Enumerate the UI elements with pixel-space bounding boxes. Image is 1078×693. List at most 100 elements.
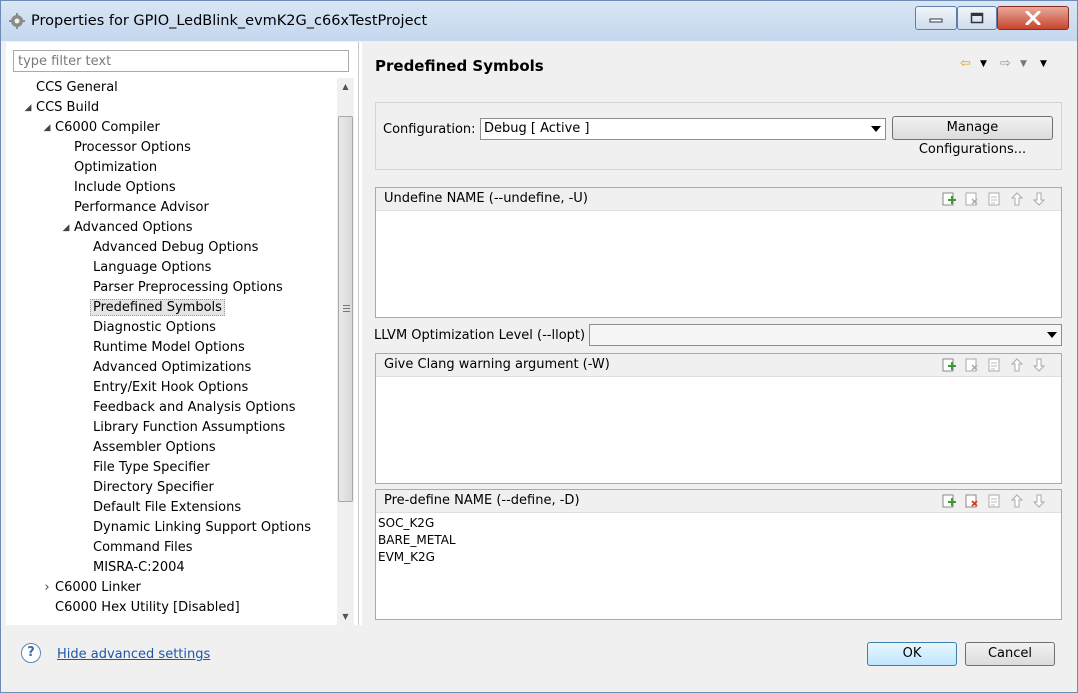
undefine-toolbar [941, 191, 1055, 207]
tree-scrollbar[interactable]: ▲ ▼ [337, 78, 354, 625]
ok-button[interactable]: OK [867, 642, 957, 666]
list-item[interactable]: EVM_K2G [378, 549, 456, 566]
view-menu-icon[interactable]: ▼ [1040, 59, 1047, 69]
add-icon[interactable] [941, 191, 957, 207]
tree-item[interactable]: Default File Extensions [93, 498, 241, 518]
properties-window: Properties for GPIO_LedBlink_evmK2G_c66x… [0, 0, 1078, 693]
tree-item-label: Entry/Exit Hook Options [93, 380, 249, 395]
edit-icon[interactable] [987, 493, 1003, 509]
predefine-entries: SOC_K2G BARE_METAL EVM_K2G [378, 515, 456, 566]
minimize-button[interactable] [915, 6, 957, 30]
tree-item[interactable]: › C6000 Linker [44, 578, 140, 598]
tree-item[interactable]: Command Files [93, 538, 192, 558]
tree-item-label: Parser Preprocessing Options [93, 280, 283, 295]
expanded-arrow-icon[interactable]: ◢ [22, 98, 34, 118]
chevron-down-icon [871, 126, 881, 132]
edit-icon[interactable] [987, 357, 1003, 373]
cancel-button[interactable]: Cancel [965, 642, 1055, 666]
move-up-icon[interactable] [1009, 191, 1025, 207]
minimize-icon [929, 18, 943, 23]
tree-item-label: Library Function Assumptions [93, 420, 286, 435]
clang-warning-list[interactable]: Give Clang warning argument (-W) [375, 353, 1062, 484]
tree-item[interactable]: Optimization [74, 158, 157, 178]
back-dropdown-icon[interactable]: ▼ [980, 59, 987, 69]
add-icon[interactable] [941, 357, 957, 373]
title-bar[interactable]: Properties for GPIO_LedBlink_evmK2G_c66x… [1, 1, 1077, 41]
tree-item[interactable]: Include Options [74, 178, 176, 198]
tree-item[interactable]: Feedback and Analysis Options [93, 398, 295, 418]
scroll-down-icon[interactable]: ▼ [337, 608, 354, 625]
forward-dropdown-icon[interactable]: ▼ [1020, 59, 1027, 69]
tree-item[interactable]: Parser Preprocessing Options [93, 278, 283, 298]
delete-icon[interactable] [964, 357, 980, 373]
grip-icon [343, 305, 350, 314]
tree-item[interactable]: ◢ Advanced Options [63, 218, 193, 238]
list-item[interactable]: BARE_METAL [378, 532, 456, 549]
tree-item[interactable]: ◢ C6000 Compiler [44, 118, 160, 138]
tree-item[interactable]: Runtime Model Options [93, 338, 245, 358]
expanded-arrow-icon[interactable]: ◢ [60, 218, 72, 238]
help-icon[interactable]: ? [21, 643, 41, 663]
tree-item[interactable]: Processor Options [74, 138, 191, 158]
tree-item-label: Predefined Symbols [90, 299, 225, 316]
tree-item-label: Performance Advisor [74, 200, 209, 215]
tree-item[interactable]: Advanced Optimizations [93, 358, 251, 378]
tree-item-label: Assembler Options [93, 440, 216, 455]
tree-item[interactable]: Predefined Symbols [90, 298, 225, 318]
tree-item[interactable]: Dynamic Linking Support Options [93, 518, 311, 538]
tree-item[interactable]: File Type Specifier [93, 458, 210, 478]
move-up-icon[interactable] [1009, 493, 1025, 509]
undefine-list-header: Undefine NAME (--undefine, -U) [376, 188, 1061, 211]
window-title: Properties for GPIO_LedBlink_evmK2G_c66x… [31, 13, 428, 29]
tree-item[interactable]: Diagnostic Options [93, 318, 216, 338]
tree-item-label: Processor Options [74, 140, 191, 155]
filter-input[interactable] [13, 50, 349, 72]
tree-item-label: Advanced Optimizations [93, 360, 252, 375]
maximize-button[interactable] [957, 6, 997, 30]
manage-configurations-button[interactable]: Manage Configurations... [892, 116, 1053, 157]
clang-warning-toolbar [941, 357, 1055, 373]
tree-item[interactable]: Performance Advisor [74, 198, 209, 218]
expanded-arrow-icon[interactable]: ◢ [41, 118, 53, 138]
tree-item[interactable]: Assembler Options [93, 438, 216, 458]
tree-item[interactable]: Library Function Assumptions [93, 418, 285, 438]
llvm-optimization-select[interactable] [589, 324, 1062, 346]
tree-item[interactable]: CCS General [36, 78, 118, 98]
predefine-toolbar [941, 493, 1055, 509]
tree-item-label: Feedback and Analysis Options [93, 400, 296, 415]
undefine-list[interactable]: Undefine NAME (--undefine, -U) [375, 187, 1062, 318]
close-button[interactable] [997, 6, 1069, 30]
tree-item[interactable]: Entry/Exit Hook Options [93, 378, 248, 398]
dialog-footer: ? Hide advanced settings OK Cancel [1, 625, 1077, 692]
delete-icon[interactable] [964, 493, 980, 509]
scroll-thumb[interactable] [338, 116, 353, 502]
tree-item[interactable]: C6000 Hex Utility [Disabled] [55, 598, 240, 618]
back-arrow-icon[interactable]: ⇦ [960, 56, 971, 71]
undefine-list-title: Undefine NAME (--undefine, -U) [384, 191, 588, 206]
add-icon[interactable] [941, 493, 957, 509]
edit-icon[interactable] [987, 191, 1003, 207]
tree-item-label: Command Files [93, 540, 193, 555]
tree-item[interactable]: ◢ CCS Build [25, 98, 100, 118]
move-down-icon[interactable] [1031, 191, 1047, 207]
tree-item-label: Default File Extensions [93, 500, 242, 515]
tree-item[interactable]: Advanced Debug Options [93, 238, 258, 258]
tree-item[interactable]: Directory Specifier [93, 478, 214, 498]
delete-icon[interactable] [964, 191, 980, 207]
clang-warning-list-header: Give Clang warning argument (-W) [376, 354, 1061, 377]
move-down-icon[interactable] [1031, 357, 1047, 373]
hide-advanced-settings-link[interactable]: Hide advanced settings [57, 647, 210, 662]
move-up-icon[interactable] [1009, 357, 1025, 373]
configuration-select[interactable]: Debug [ Active ] [480, 118, 886, 140]
forward-arrow-icon[interactable]: ⇨ [1000, 56, 1011, 71]
list-item[interactable]: SOC_K2G [378, 515, 456, 532]
collapsed-arrow-icon[interactable]: › [41, 578, 53, 598]
tree-item-label: Language Options [93, 260, 212, 275]
tree-item[interactable]: MISRA-C:2004 [93, 558, 185, 578]
predefine-list[interactable]: Pre-define NAME (--define, -D) SOC_K2G BA… [375, 489, 1062, 620]
scroll-up-icon[interactable]: ▲ [337, 78, 354, 95]
clang-warning-list-title: Give Clang warning argument (-W) [384, 357, 610, 372]
tree-item[interactable]: Language Options [93, 258, 211, 278]
tree-item-label: File Type Specifier [93, 460, 210, 475]
move-down-icon[interactable] [1031, 493, 1047, 509]
